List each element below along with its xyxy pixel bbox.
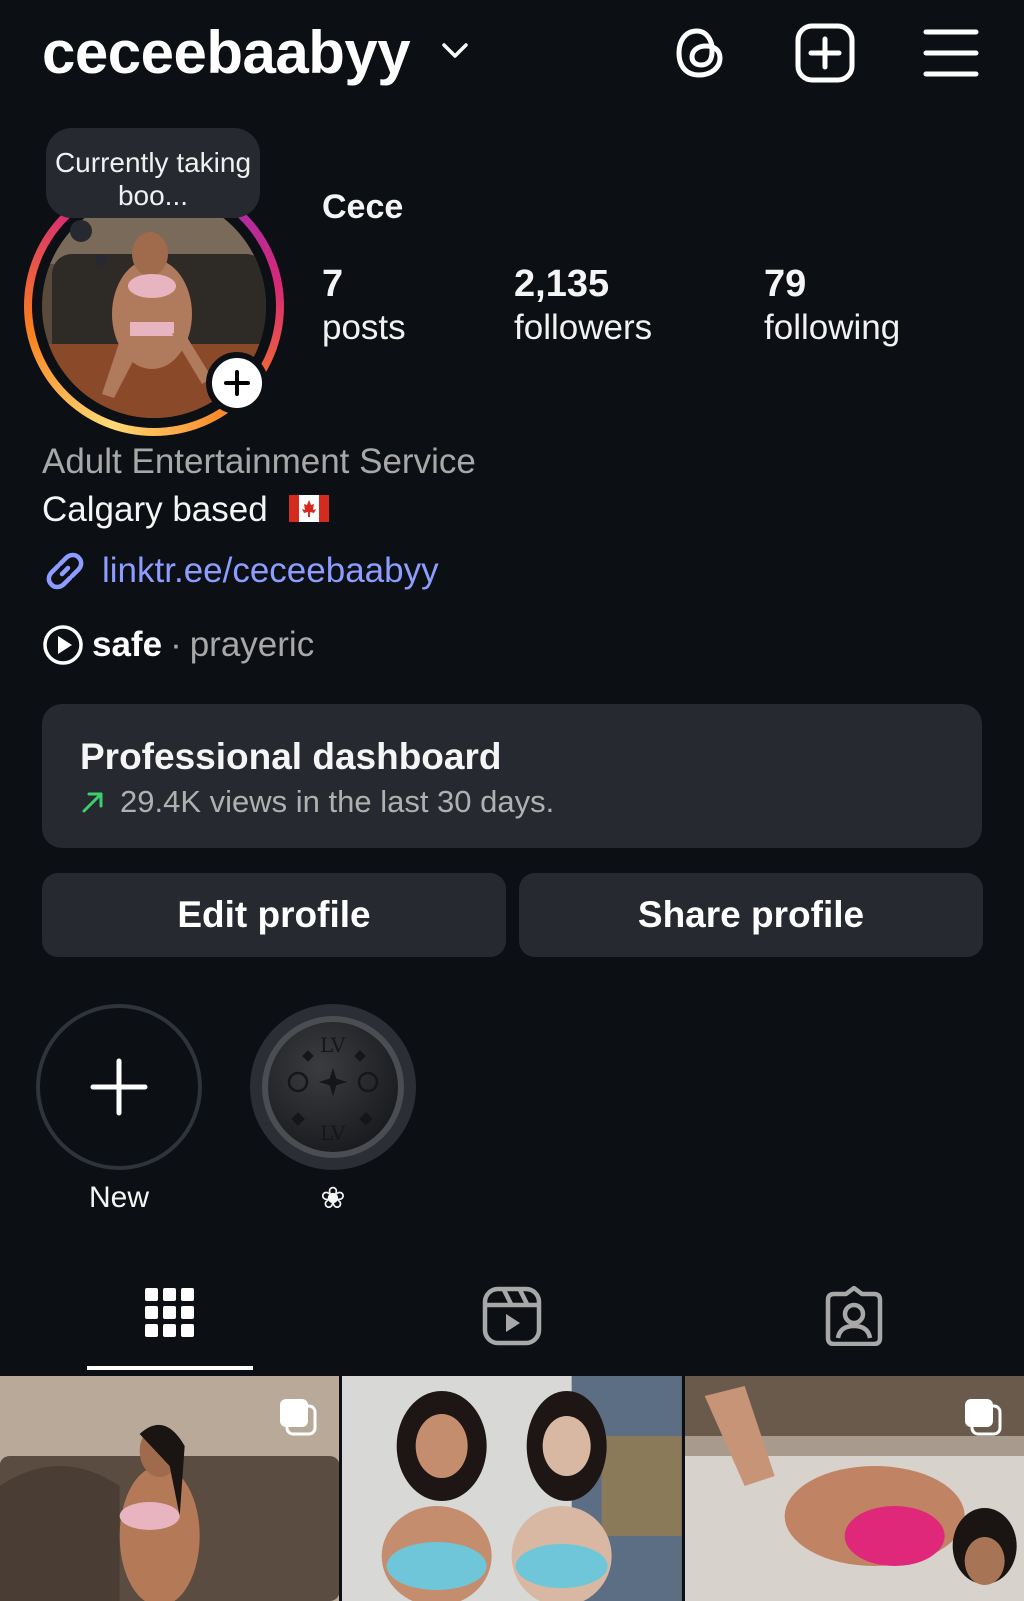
canada-flag-icon [289, 495, 330, 523]
plus-icon [224, 370, 250, 396]
active-tab-indicator [87, 1366, 253, 1370]
note-bubble-dot [95, 254, 107, 266]
svg-text:LV: LV [320, 1121, 346, 1145]
grid-tab[interactable] [0, 1278, 340, 1368]
following-stat[interactable]: 79 following [764, 262, 900, 350]
profile-music[interactable]: safe · prayeric [42, 624, 314, 666]
followers-count: 2,135 [514, 263, 610, 305]
bio-text: Calgary based [42, 490, 268, 529]
dashboard-title: Professional dashboard [80, 736, 502, 777]
menu-icon[interactable] [918, 20, 984, 86]
threads-icon[interactable] [668, 20, 734, 86]
following-label: following [764, 308, 901, 347]
highlight-label: ❀ [320, 1182, 346, 1215]
posts-label: posts [322, 308, 406, 347]
highlight-item[interactable]: LV LV [250, 1004, 416, 1170]
multiple-posts-icon [964, 1399, 1002, 1436]
create-icon[interactable] [792, 20, 858, 86]
music-separator: · [170, 625, 182, 664]
profile-link[interactable]: linktr.ee/ceceebaabyy [42, 548, 439, 594]
profile-note[interactable]: Currently taking boo... [46, 128, 260, 218]
music-artist: prayeric [189, 625, 315, 664]
svg-text:LV: LV [320, 1033, 346, 1057]
profile-username[interactable]: ceceebaabyy [42, 18, 411, 87]
plus-icon [90, 1058, 148, 1116]
tagged-person-icon [825, 1286, 883, 1346]
link-text[interactable]: linktr.ee/ceceebaabyy [102, 551, 439, 591]
multiple-posts-icon [280, 1399, 317, 1436]
profile-category: Adult Entertainment Service [42, 442, 476, 481]
reels-tab[interactable] [342, 1278, 682, 1368]
display-name: Cece [322, 188, 404, 226]
reels-icon [482, 1286, 542, 1346]
followers-label: followers [514, 308, 653, 347]
note-bubble-dot [70, 220, 92, 242]
profile-bio: Calgary based [42, 490, 330, 530]
highlight-label: New [88, 1181, 149, 1214]
posts-stat[interactable]: 7 posts [322, 262, 406, 350]
edit-profile-button[interactable]: Edit profile [42, 873, 506, 957]
trending-up-arrow-icon [82, 792, 103, 813]
tagged-tab[interactable] [684, 1278, 1024, 1368]
highlight-cover-image: LV LV [268, 1022, 398, 1152]
post-thumbnail[interactable] [0, 1376, 340, 1601]
post-thumbnail[interactable] [684, 1376, 1024, 1601]
link-icon [46, 552, 84, 590]
followers-stat[interactable]: 2,135 followers [514, 262, 652, 350]
post-thumbnail[interactable] [342, 1376, 682, 1601]
new-highlight-button[interactable] [36, 1004, 202, 1170]
posts-grid [0, 1376, 1024, 1601]
play-circle-icon [43, 625, 83, 665]
music-song: safe [92, 625, 163, 664]
following-count: 79 [764, 263, 807, 305]
posts-count: 7 [322, 263, 344, 305]
dashboard-subtitle-row: 29.4K views in the last 30 days. [80, 784, 554, 820]
share-profile-button[interactable]: Share profile [519, 873, 983, 957]
dashboard-subtitle: 29.4K views in the last 30 days. [120, 784, 555, 819]
professional-dashboard-card[interactable]: Professional dashboard 29.4K views in th… [42, 704, 982, 848]
chevron-down-icon[interactable] [440, 40, 470, 62]
grid-icon [145, 1288, 194, 1337]
add-story-button[interactable] [206, 352, 268, 414]
